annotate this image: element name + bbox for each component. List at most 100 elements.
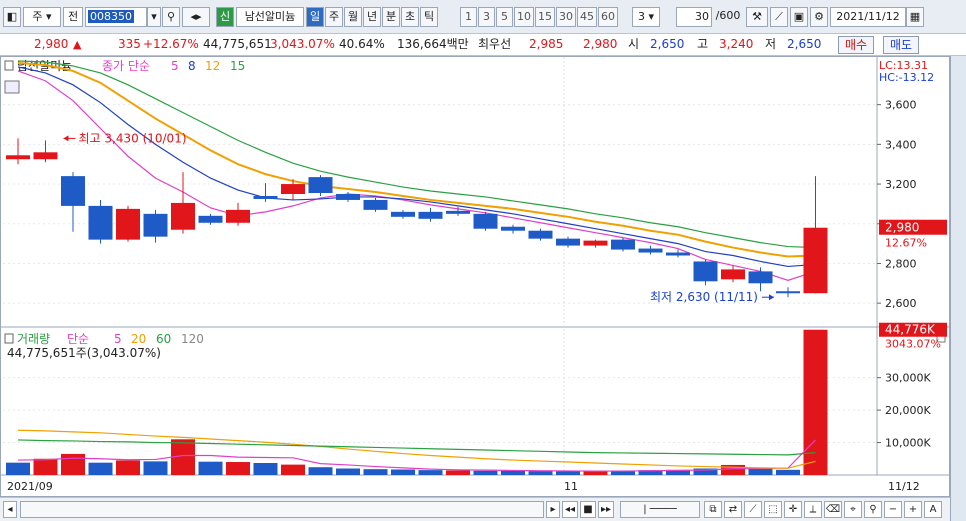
zoom-out-icon[interactable]: − bbox=[884, 501, 902, 518]
stock-code-input[interactable]: 008350 bbox=[85, 7, 147, 27]
code-dropdown-icon[interactable]: ▾ bbox=[147, 7, 161, 27]
price-change-pct: +12.67% bbox=[143, 37, 199, 51]
rewind-icon[interactable]: ◂◂ bbox=[562, 501, 578, 518]
range-input[interactable]: 30 bbox=[676, 7, 712, 27]
chart-menu-icon[interactable]: ◧ bbox=[3, 7, 21, 27]
low-value: 2,650 bbox=[787, 37, 822, 51]
volume-bar-1 bbox=[33, 458, 58, 475]
period-button-3[interactable]: 년 bbox=[363, 7, 381, 27]
interval-button-6[interactable]: 45 bbox=[577, 7, 597, 27]
volume-bar-5 bbox=[143, 461, 168, 475]
font-size-icon[interactable]: A bbox=[924, 501, 942, 518]
interval-button-2[interactable]: 5 bbox=[496, 7, 513, 27]
open-value: 2,650 bbox=[650, 37, 685, 51]
volume-legend-ma-20: 20 bbox=[131, 332, 146, 346]
scroll-right-icon[interactable]: ▸ bbox=[546, 501, 560, 518]
up-triangle-icon: ▲ bbox=[73, 38, 82, 51]
price-tick-label-4: 3,400 bbox=[885, 138, 917, 151]
type-select[interactable]: 전 bbox=[63, 7, 83, 27]
compare-icon[interactable]: ⇄ bbox=[724, 501, 742, 518]
market-select-label: 주 bbox=[32, 10, 43, 23]
copy-icon[interactable]: ⧉ bbox=[704, 501, 722, 518]
calendar-icon[interactable]: ▦ bbox=[906, 7, 924, 27]
chart-svg: 남선알미늄 종가 단순 LC:13.31 HC:-13.12 거래량 단순 44… bbox=[1, 57, 949, 493]
interval-button-0[interactable]: 1 bbox=[460, 7, 477, 27]
current-price-marker-label: 2,980 bbox=[885, 221, 919, 235]
stop-icon[interactable]: ■ bbox=[580, 501, 596, 518]
price-legend-ma-12: 12 bbox=[205, 59, 220, 73]
volume-bar-14 bbox=[391, 469, 415, 475]
search-icon[interactable]: ⚲ bbox=[162, 7, 180, 27]
range-total: /600 bbox=[715, 9, 741, 22]
volume-summary: 44,775,651주(3,043.07%) bbox=[7, 346, 161, 360]
candle-body-28 bbox=[776, 291, 800, 294]
stock-code-value: 008350 bbox=[88, 10, 134, 23]
price-tick-label-5: 3,600 bbox=[885, 99, 917, 112]
interval-button-5[interactable]: 30 bbox=[556, 7, 576, 27]
zoom-in-icon[interactable]: + bbox=[904, 501, 922, 518]
trade-amount: 136,664백만 bbox=[397, 37, 469, 51]
measure-icon[interactable]: ⟂ bbox=[804, 501, 822, 518]
period-button-5[interactable]: 초 bbox=[401, 7, 419, 27]
scroll-left-icon[interactable]: ◂ bbox=[3, 501, 17, 518]
high-label: 고 bbox=[697, 37, 709, 51]
indicator-icon[interactable]: ⚒ bbox=[746, 7, 768, 27]
crosshair-icon[interactable]: ✛ bbox=[784, 501, 802, 518]
zoom-area-icon[interactable]: ⬚ bbox=[764, 501, 782, 518]
chart-area[interactable]: 남선알미늄 종가 단순 LC:13.31 HC:-13.12 거래량 단순 44… bbox=[0, 56, 950, 497]
best-bid-label: 최우선 bbox=[478, 37, 512, 51]
volume-bar-0 bbox=[6, 462, 30, 475]
candle-body-14 bbox=[391, 211, 415, 217]
count-select[interactable]: 3 ▾ bbox=[632, 7, 660, 27]
interval-button-4[interactable]: 15 bbox=[535, 7, 555, 27]
candle-body-7 bbox=[198, 215, 223, 223]
candle-body-10 bbox=[281, 184, 305, 194]
tag-icon[interactable]: ⌖ bbox=[844, 501, 862, 518]
current-price: 2,980 bbox=[34, 37, 69, 51]
line-tool-icon[interactable]: ⟋ bbox=[770, 7, 788, 27]
price-legend: 종가 단순 bbox=[102, 59, 150, 73]
right-side-panel[interactable] bbox=[950, 56, 966, 521]
sell-button[interactable]: 매도 bbox=[883, 36, 920, 54]
buy-button[interactable]: 매수 bbox=[838, 36, 875, 54]
period-button-2[interactable]: 월 bbox=[344, 7, 362, 27]
period-button-0[interactable]: 일 bbox=[306, 7, 324, 27]
credit-badge-button[interactable]: 신 bbox=[216, 7, 234, 27]
interval-button-7[interactable]: 60 bbox=[598, 7, 618, 27]
date-input[interactable]: 2021/11/12 bbox=[830, 7, 906, 27]
speaker-icon[interactable]: ◂▸ bbox=[182, 7, 210, 27]
price-legend-ma-5: 5 bbox=[171, 59, 179, 73]
volume-tick-label-0: 10,000K bbox=[885, 437, 931, 450]
period-button-4[interactable]: 분 bbox=[382, 7, 400, 27]
annotation-label-1: 최저 2,630 (11/11) bbox=[650, 290, 758, 304]
zoom-slider[interactable]: |╶──── bbox=[620, 501, 700, 518]
volume-bar-4 bbox=[116, 460, 140, 475]
drawing-tool-icon[interactable]: ⟋ bbox=[744, 501, 762, 518]
volume-current-pct-label: 3043.07% bbox=[885, 338, 941, 351]
eraser-icon[interactable]: ⌫ bbox=[824, 501, 842, 518]
turnover-rate: 40.64% bbox=[339, 37, 385, 51]
x-axis-right-label: 11/12 bbox=[888, 480, 920, 493]
gear-icon[interactable]: ⚙ bbox=[810, 7, 828, 27]
interval-button-1[interactable]: 3 bbox=[478, 7, 495, 27]
volume-legend-ma-120: 120 bbox=[181, 332, 204, 346]
candle-body-3 bbox=[88, 205, 113, 240]
price-tick-label-0: 2,600 bbox=[885, 297, 917, 310]
candle-body-29 bbox=[803, 227, 828, 294]
horizontal-scrollbar[interactable] bbox=[20, 501, 544, 518]
magnifier-icon[interactable]: ⚲ bbox=[864, 501, 882, 518]
interval-button-3[interactable]: 10 bbox=[514, 7, 534, 27]
fast-forward-icon[interactable]: ▸▸ bbox=[598, 501, 614, 518]
chart-grid-icon[interactable] bbox=[4, 80, 20, 94]
market-select[interactable]: 주 ▾ bbox=[23, 7, 61, 27]
candle-body-0 bbox=[6, 155, 30, 160]
period-button-1[interactable]: 주 bbox=[325, 7, 343, 27]
annotation-arrow-head-1 bbox=[769, 294, 774, 301]
save-icon[interactable]: ▣ bbox=[790, 7, 808, 27]
volume-legend-ma-5: 5 bbox=[114, 332, 122, 346]
candle-body-27 bbox=[748, 271, 773, 284]
candle-body-1 bbox=[33, 152, 58, 160]
period-button-6[interactable]: 틱 bbox=[420, 7, 438, 27]
candle-body-23 bbox=[638, 248, 663, 253]
low-label: 저 bbox=[765, 37, 777, 51]
